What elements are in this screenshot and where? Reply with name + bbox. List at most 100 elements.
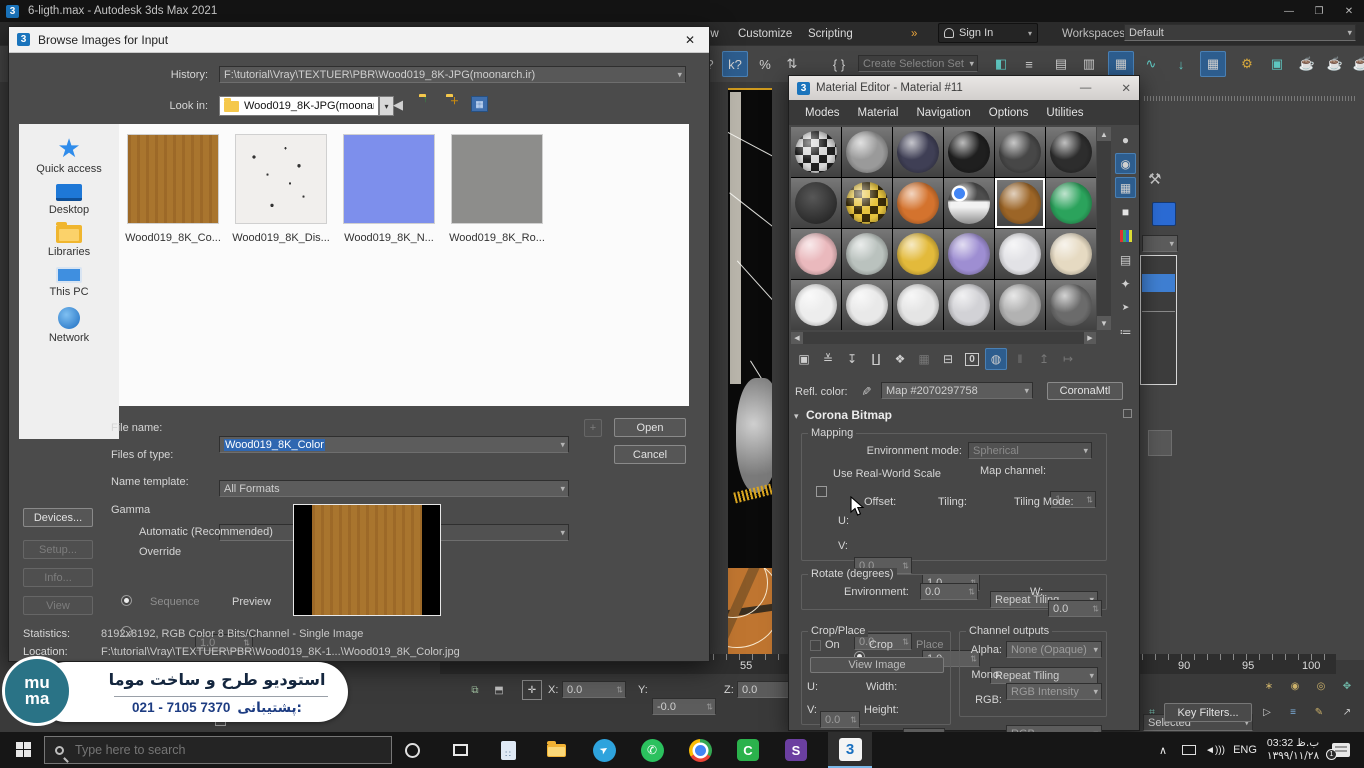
material-sample-slot[interactable] [1046,229,1096,279]
material-sample-slot[interactable] [893,127,943,177]
options-icon[interactable] [1115,273,1136,294]
dialog-close-icon[interactable]: ✕ [679,33,701,47]
material-editor-icon[interactable]: ▦ [1200,51,1226,77]
background-icon[interactable] [1115,177,1136,198]
render-setup-icon[interactable]: ⚙ [1234,51,1260,77]
key-mode-icon[interactable]: ◎ [1312,678,1330,694]
open-button[interactable]: Open [614,418,686,437]
set-key-icon[interactable]: ∗ [1260,678,1278,694]
chrome-icon[interactable] [688,738,712,762]
parent-material-button[interactable]: CoronaMtl [1047,382,1123,400]
panel-listbox[interactable] [1140,255,1177,385]
info-button[interactable]: Info... [23,568,93,587]
align-icon[interactable]: ≡ [1016,51,1042,77]
toggle-scene-explorer-icon[interactable]: ▤ [1048,51,1074,77]
me-menu-options[interactable]: Options [981,107,1037,119]
scroll-left-icon[interactable]: ◀ [791,332,803,344]
material-sample-slot[interactable] [944,280,994,330]
color-swatch-button[interactable] [1152,202,1176,226]
crop-u-field[interactable]: 0.0 [820,711,860,728]
go-to-end-icon[interactable]: ✎ [1310,704,1328,720]
create-selection-set-input[interactable]: Create Selection Set [858,55,978,72]
crop-on-checkbox[interactable] [810,640,821,651]
sample-scrollbar[interactable]: ▲ ▼ [1097,127,1111,330]
me-close-icon[interactable]: ✕ [1121,81,1131,95]
clock[interactable]: 03:32ب.ظ ۱۳۹۹/۱۱/۲۸ [1262,737,1324,763]
video-color-check-icon[interactable] [1115,225,1136,246]
task-view-icon[interactable] [448,738,472,762]
material-sample-slot[interactable] [944,178,994,228]
get-material-icon[interactable] [793,348,815,370]
file-name-input[interactable]: Wood019_8K_Color [219,436,569,453]
sidebar-item-desktop[interactable]: Desktop [19,184,119,216]
select-by-name-icon[interactable]: k? [722,51,748,77]
backlight-icon[interactable] [1115,153,1136,174]
rollout-collapse-icon[interactable]: ▾ [794,411,799,422]
time-config-icon[interactable]: ≡ [1284,704,1302,720]
make-preview-icon[interactable] [1115,249,1136,270]
toggle-ribbon-icon[interactable]: ▦ [1108,51,1134,77]
x-coord-field[interactable]: 0.0 [562,681,626,698]
taskbar-3dsmax-active[interactable]: 3 [828,732,872,768]
rollout-pin-icon[interactable] [1123,409,1132,418]
whatsapp-icon[interactable]: ✆ [640,738,664,762]
sample-type-icon[interactable] [1115,129,1136,150]
go-to-parent-icon[interactable] [1033,348,1055,370]
start-button[interactable] [16,742,23,749]
w-field[interactable]: 0.0 [1048,600,1102,617]
file-item-displacement[interactable]: Wood019_8K_Dis... [233,134,329,244]
calculator-icon[interactable]: ∷ [496,738,520,762]
material-sample-slot[interactable] [1046,127,1096,177]
panel-dropdown[interactable] [1142,235,1178,252]
sidebar-item-quick-access[interactable]: ★ Quick access [19,136,119,175]
schematic-view-icon[interactable]: ↓ [1168,51,1194,77]
file-item-color[interactable]: Wood019_8K_Co... [125,134,221,244]
material-sample-slot[interactable] [995,280,1045,330]
material-sample-slot[interactable] [995,178,1045,228]
eyedropper-icon[interactable] [861,382,871,400]
material-sample-slot[interactable] [1046,280,1096,330]
menu-item-scripting[interactable]: Scripting [802,22,859,45]
absolute-mode-icon[interactable]: ✛ [522,680,542,700]
material-sample-slot[interactable] [944,229,994,279]
utilities-wrench-icon[interactable]: ⚒ [1148,170,1161,188]
sign-in-button[interactable]: Sign In ▾ [938,23,1038,43]
history-select[interactable]: F:\tutorial\Vray\TEXTUER\PBR\Wood019_8K-… [219,66,686,83]
material-sample-slot[interactable] [791,178,841,228]
sidebar-item-libraries[interactable]: Libraries [19,225,119,258]
assign-material-icon[interactable] [841,348,863,370]
material-sample-slot[interactable] [791,127,841,177]
listbox-selected-item[interactable] [1142,274,1175,292]
reset-material-icon[interactable] [865,348,887,370]
file-explorer-icon[interactable] [544,738,568,762]
material-sample-slot[interactable] [842,127,892,177]
environment-mode-select[interactable]: Spherical [968,442,1092,459]
show-end-result-icon[interactable] [1009,348,1031,370]
mono-select[interactable]: RGB Intensity [1006,683,1102,700]
render-iterative-icon[interactable]: ☕ [1322,51,1348,77]
me-minimize-icon[interactable]: — [1080,82,1092,94]
panel-button[interactable] [1148,430,1172,456]
curve-editor-icon[interactable]: ∿ [1138,51,1164,77]
telegram-icon[interactable] [592,738,616,762]
scroll-up-icon[interactable]: ▲ [1097,127,1111,141]
play-animation-icon[interactable]: ▷ [1258,704,1276,720]
devices-button[interactable]: Devices... [23,508,93,527]
edit-named-selections-icon[interactable]: { } [826,51,852,77]
maximize-viewport-icon[interactable]: ↗ [1338,704,1356,720]
back-icon[interactable]: ◀ [393,97,403,113]
close-button[interactable] [1334,0,1364,22]
gamma-automatic-radio[interactable] [121,595,132,606]
material-sample-slot[interactable] [842,178,892,228]
scroll-down-icon[interactable]: ▼ [1097,316,1111,330]
render-production-icon[interactable]: ☕ [1294,51,1320,77]
show-shaded-material-icon[interactable] [985,348,1007,370]
sample-uv-tiling-icon[interactable] [1115,201,1136,222]
camtasia-icon[interactable]: C [736,738,760,762]
cortana-icon[interactable] [400,738,424,762]
purple-app-icon[interactable]: S [784,738,808,762]
material-sample-slot[interactable] [791,229,841,279]
make-unique-icon[interactable] [889,348,911,370]
me-menu-material[interactable]: Material [850,107,907,119]
save-preview-icon[interactable] [937,348,959,370]
